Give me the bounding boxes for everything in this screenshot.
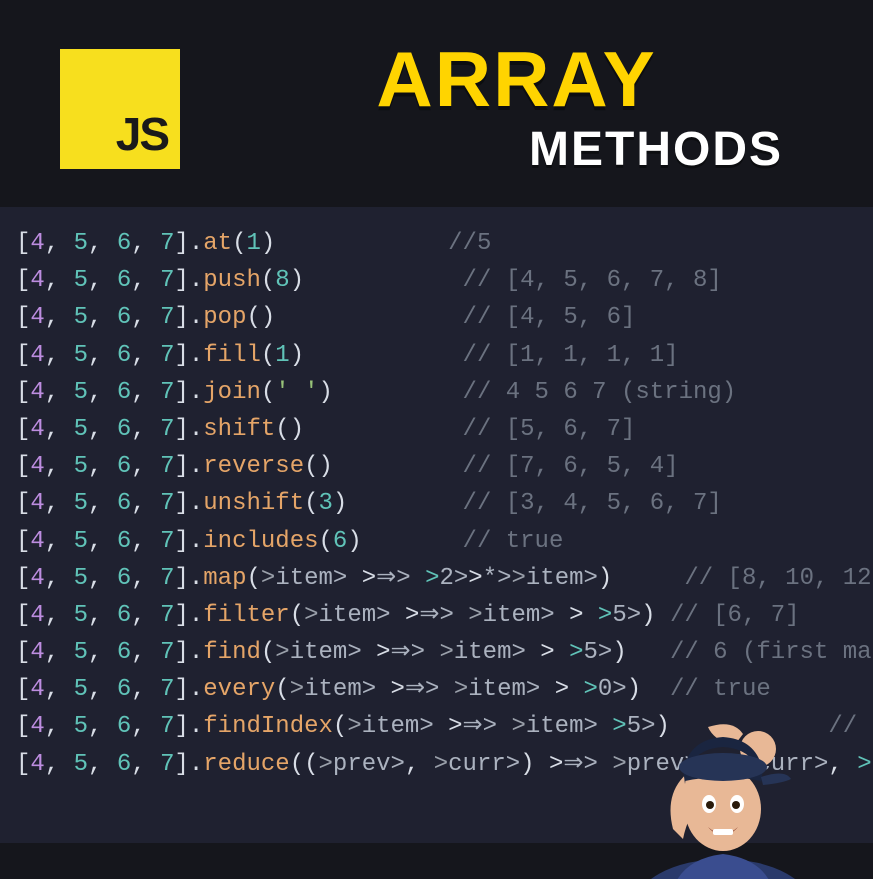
js-logo-text: JS	[116, 107, 168, 161]
title-block: ARRAY METHODS	[220, 40, 813, 177]
title-sub: METHODS	[529, 122, 783, 177]
mascot-character	[613, 679, 833, 879]
js-logo: JS	[60, 49, 180, 169]
title-main: ARRAY	[376, 40, 656, 118]
header: JS ARRAY METHODS	[0, 0, 873, 207]
